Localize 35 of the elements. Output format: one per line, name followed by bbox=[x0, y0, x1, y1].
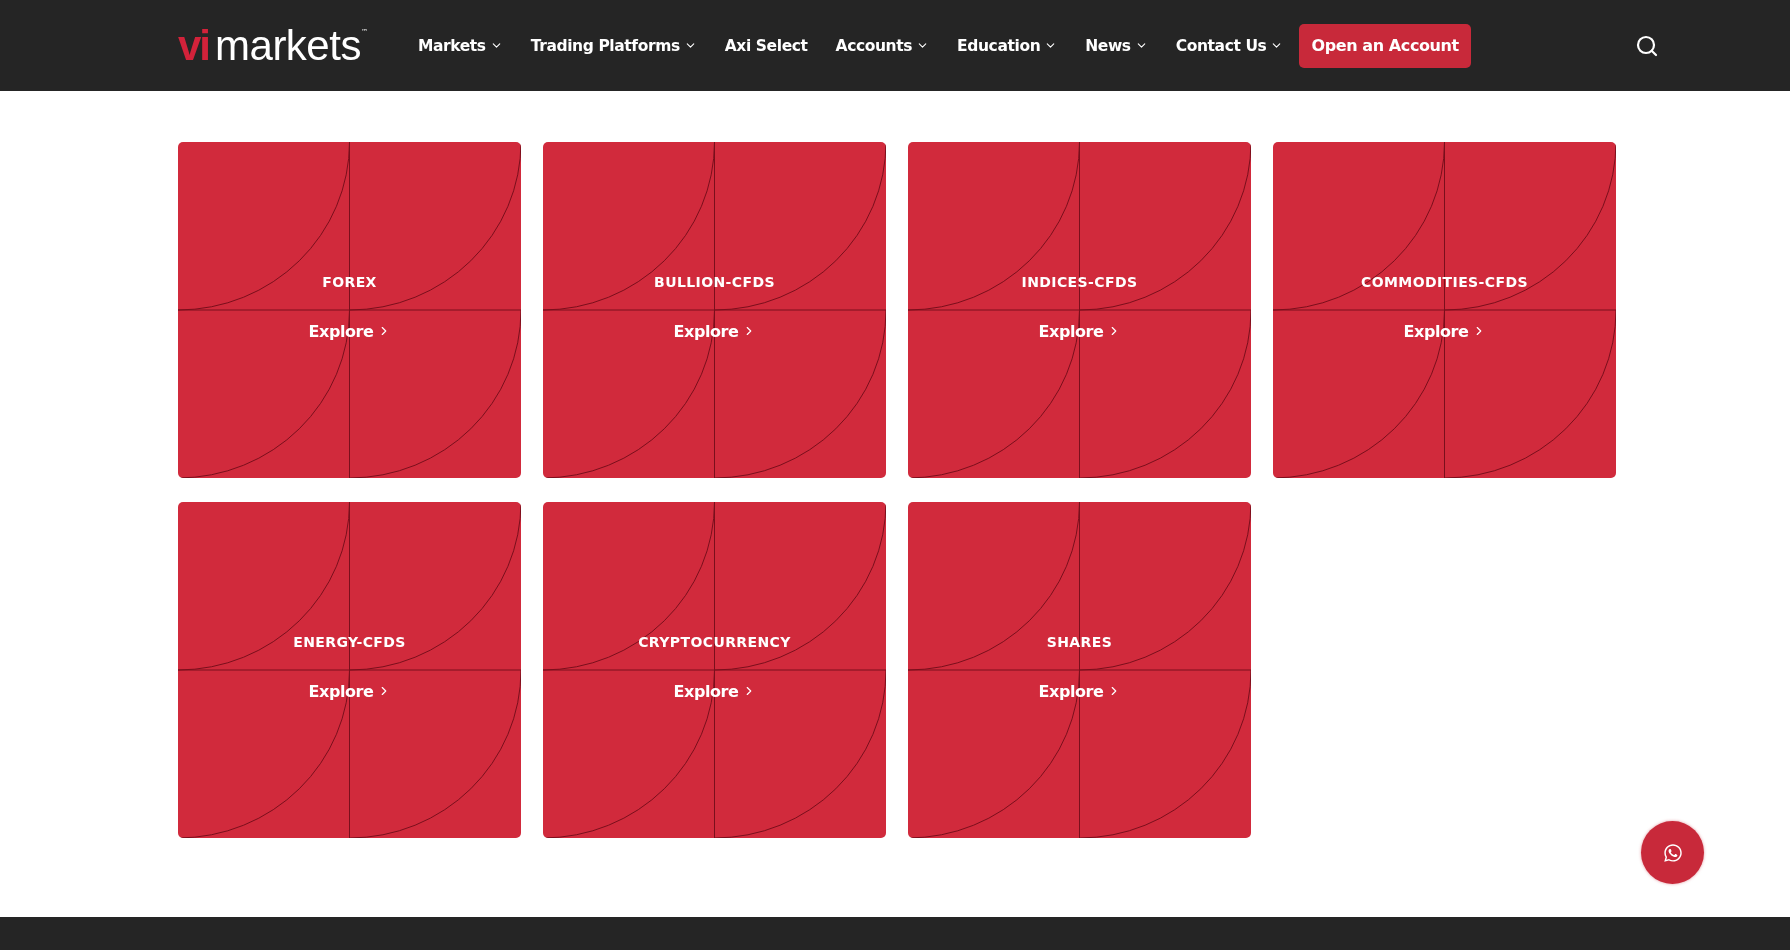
market-card[interactable]: INDICES-CFDS Explore bbox=[908, 142, 1251, 478]
logo-accent: vi bbox=[178, 24, 210, 67]
card-title: BULLION-CFDS bbox=[654, 273, 775, 290]
market-card[interactable]: CRYPTOCURRENCY Explore bbox=[543, 502, 886, 838]
whatsapp-button[interactable] bbox=[1641, 821, 1704, 884]
open-account-button[interactable]: Open an Account bbox=[1299, 23, 1471, 68]
search-icon bbox=[1634, 33, 1659, 58]
market-card[interactable]: BULLION-CFDS Explore bbox=[543, 142, 886, 478]
card-title: CRYPTOCURRENCY bbox=[638, 633, 791, 650]
card-title: ENERGY-CFDS bbox=[293, 633, 406, 650]
card-title: FOREX bbox=[322, 273, 377, 290]
nav-link[interactable]: News bbox=[1071, 36, 1162, 55]
market-card[interactable]: ENERGY-CFDS Explore bbox=[178, 502, 521, 838]
logo-text: markets bbox=[215, 24, 361, 67]
nav-link[interactable]: Contact Us bbox=[1161, 36, 1298, 55]
explore-link[interactable]: Explore bbox=[308, 321, 391, 341]
explore-link[interactable]: Explore bbox=[308, 681, 391, 701]
nav-link[interactable]: Accounts bbox=[821, 36, 944, 55]
market-card[interactable]: FOREX Explore bbox=[178, 142, 521, 478]
card-title: COMMODITIES-CFDS bbox=[1361, 273, 1528, 290]
search-button[interactable] bbox=[1634, 33, 1659, 58]
nav-link[interactable]: Axi Select bbox=[710, 36, 822, 55]
market-card[interactable]: SHARES Explore bbox=[908, 502, 1251, 838]
card-title: INDICES-CFDS bbox=[1021, 273, 1138, 290]
whatsapp-icon bbox=[1662, 842, 1683, 863]
nav-link[interactable]: Trading Platforms bbox=[516, 36, 711, 55]
explore-link[interactable]: Explore bbox=[1038, 681, 1121, 701]
explore-link[interactable]: Explore bbox=[1038, 321, 1121, 341]
explore-link[interactable]: Explore bbox=[673, 681, 756, 701]
explore-link[interactable]: Explore bbox=[673, 321, 756, 341]
market-card[interactable]: COMMODITIES-CFDS Explore bbox=[1273, 142, 1616, 478]
nav-link[interactable]: Education bbox=[943, 36, 1072, 55]
card-title: SHARES bbox=[1046, 633, 1113, 650]
explore-link[interactable]: Explore bbox=[1403, 321, 1486, 341]
nav-link[interactable]: Markets bbox=[403, 36, 517, 55]
